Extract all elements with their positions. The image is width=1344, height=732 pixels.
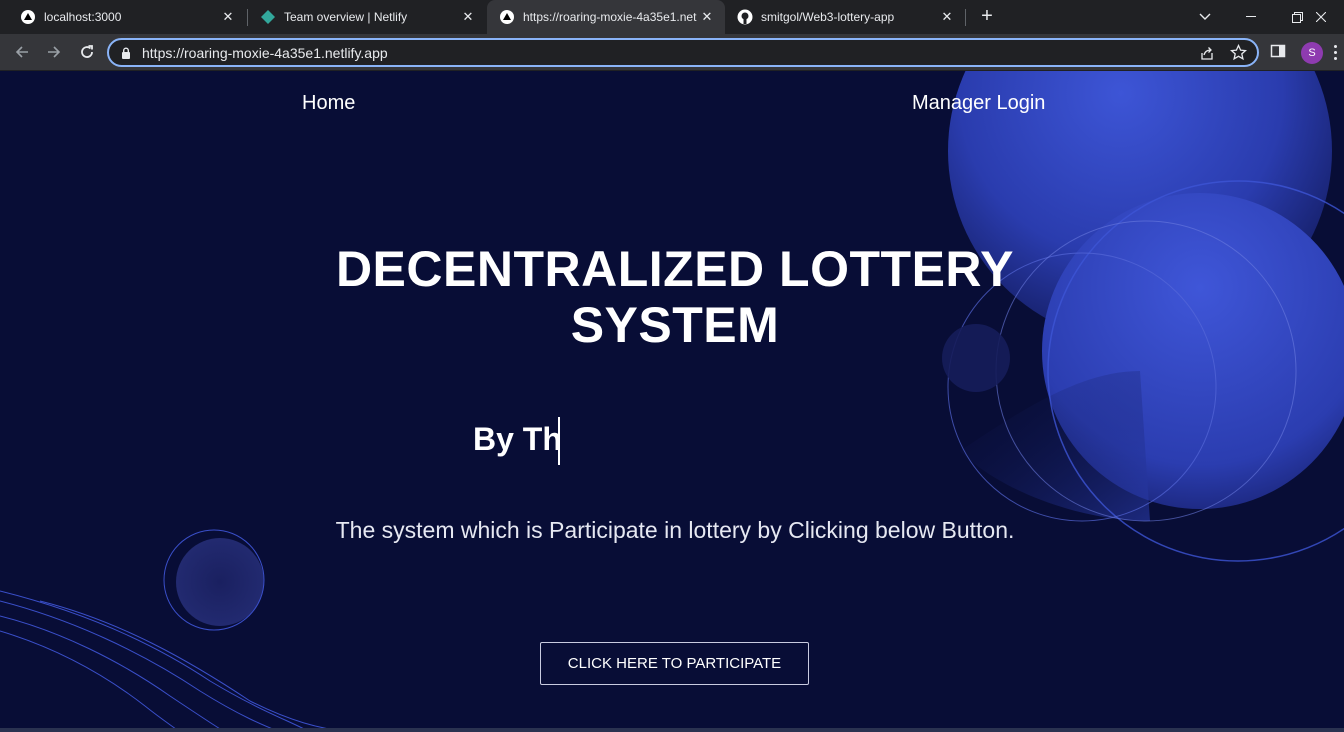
minimize-button[interactable] [1228,0,1274,34]
address-bar[interactable]: https://roaring-moxie-4a35e1.netlify.app [107,38,1259,67]
browser-tab-localhost[interactable]: localhost:3000 ✕ [0,0,246,34]
netlify-icon [260,9,276,25]
url-text[interactable]: https://roaring-moxie-4a35e1.netlify.app [142,45,388,61]
hero-title: DECENTRALIZED LOTTERY SYSTEM [335,241,1015,353]
close-window-button[interactable] [1298,0,1344,34]
browser-tab-netlify[interactable]: Team overview | Netlify ✕ [240,0,486,34]
tab-title: smitgol/Web3-lottery-app [761,10,895,24]
back-arrow-icon[interactable] [10,40,34,64]
participate-button[interactable]: CLICK HERE TO PARTICIPATE [540,642,809,685]
nextjs-icon [499,9,515,25]
browser-tab-github[interactable]: smitgol/Web3-lottery-app ✕ [725,0,965,34]
tab-title: localhost:3000 [44,10,122,24]
background-decoration [0,71,1344,732]
nav-home-link[interactable]: Home [302,92,355,115]
tab-title: Team overview | Netlify [284,10,408,24]
github-icon [737,9,753,25]
browser-toolbar: https://roaring-moxie-4a35e1.netlify.app… [0,34,1344,71]
tab-title: https://roaring-moxie-4a35e1.net [523,10,697,24]
browser-tab-strip: localhost:3000 ✕ Team overview | Netlify… [0,0,1344,34]
close-icon[interactable]: ✕ [699,9,715,25]
horizontal-scrollbar[interactable] [0,728,1344,732]
side-panel-icon[interactable] [1270,43,1286,64]
profile-avatar[interactable]: S [1301,42,1323,64]
share-icon[interactable] [1199,45,1215,66]
more-menu-icon[interactable] [1334,45,1338,63]
close-icon[interactable]: ✕ [939,9,955,25]
close-icon[interactable]: ✕ [220,9,236,25]
forward-arrow-icon[interactable] [42,40,66,64]
lottery-page: Home Manager Login DECENTRALIZED LOTTERY… [0,71,1344,732]
hero-description: The system which is Participate in lotte… [335,517,1015,543]
typing-caret [558,417,560,465]
nextjs-icon [20,9,36,25]
browser-tab-active[interactable]: https://roaring-moxie-4a35e1.net ✕ [487,0,725,34]
reload-icon[interactable] [75,40,99,64]
tab-search-chevron-icon[interactable] [1182,0,1228,34]
bookmark-star-icon[interactable] [1229,43,1248,66]
typing-text: By Th [473,421,562,457]
nav-manager-login-link[interactable]: Manager Login [912,92,1045,115]
close-icon[interactable]: ✕ [460,9,476,25]
new-tab-button[interactable]: + [977,6,997,27]
tab-divider [965,9,966,26]
lock-icon[interactable] [121,46,131,64]
